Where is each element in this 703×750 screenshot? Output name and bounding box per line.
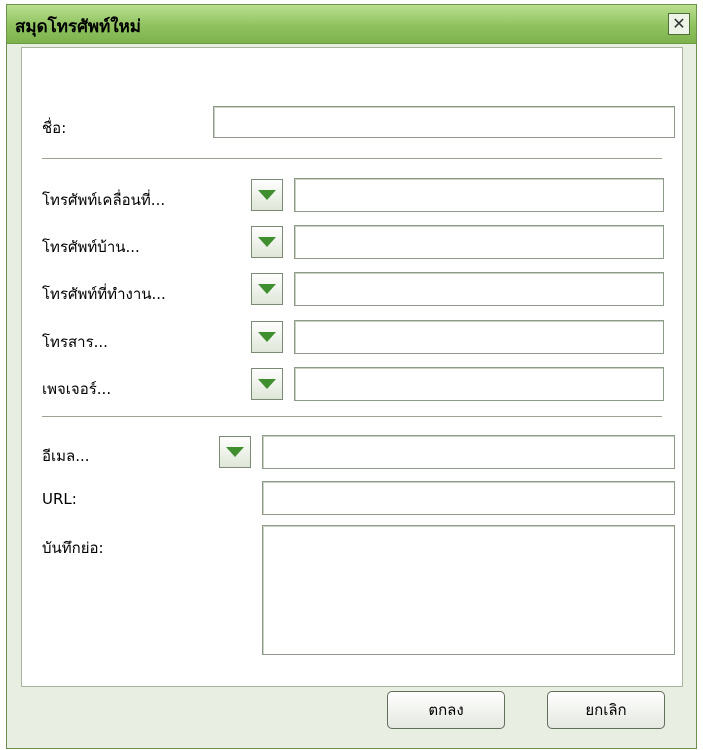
fax-input[interactable] (294, 320, 664, 354)
phonebook-dialog: สมุดโทรศัพท์ใหม่ ✕ ชื่อ: โทรศัพท์เคลื่อน… (6, 4, 697, 749)
email-label: อีเมล... (42, 447, 90, 465)
mobile-type-dropdown[interactable] (251, 179, 283, 211)
notes-label: บันทึกย่อ: (42, 539, 104, 557)
triangle-down-icon (258, 379, 276, 389)
close-icon: ✕ (672, 14, 686, 33)
title-bar: สมุดโทรศัพท์ใหม่ ✕ (7, 5, 696, 44)
separator-2 (42, 416, 662, 418)
triangle-down-icon (258, 237, 276, 247)
email-type-dropdown[interactable] (219, 436, 251, 468)
triangle-down-icon (258, 190, 276, 200)
ok-button[interactable]: ตกลง (387, 691, 505, 729)
cancel-button[interactable]: ยกเลิก (547, 691, 665, 729)
separator-1 (42, 158, 662, 160)
fax-type-dropdown[interactable] (251, 321, 283, 353)
name-label: ชื่อ: (42, 119, 67, 137)
work-phone-input[interactable] (294, 272, 664, 306)
triangle-down-icon (226, 447, 244, 457)
fax-label: โทรสาร... (42, 333, 108, 351)
mobile-label: โทรศัพท์เคลื่อนที่... (42, 191, 166, 209)
url-input[interactable] (262, 481, 675, 515)
work-phone-type-dropdown[interactable] (251, 273, 283, 305)
url-label: URL: (42, 490, 77, 508)
triangle-down-icon (258, 332, 276, 342)
home-phone-label: โทรศัพท์บ้าน... (42, 238, 140, 256)
form-panel: ชื่อ: โทรศัพท์เคลื่อนที่... โทรศัพท์บ้าน… (21, 47, 683, 687)
close-button[interactable]: ✕ (668, 13, 690, 35)
notes-textarea[interactable] (262, 525, 675, 655)
email-input[interactable] (262, 435, 675, 469)
triangle-down-icon (258, 284, 276, 294)
pager-input[interactable] (294, 367, 664, 401)
work-phone-label: โทรศัพท์ที่ทำงาน... (42, 285, 166, 303)
pager-label: เพจเจอร์... (42, 380, 112, 398)
home-phone-input[interactable] (294, 225, 664, 259)
window-title: สมุดโทรศัพท์ใหม่ (15, 17, 142, 37)
pager-type-dropdown[interactable] (251, 368, 283, 400)
name-input[interactable] (213, 106, 675, 138)
home-phone-type-dropdown[interactable] (251, 226, 283, 258)
mobile-input[interactable] (294, 178, 664, 212)
